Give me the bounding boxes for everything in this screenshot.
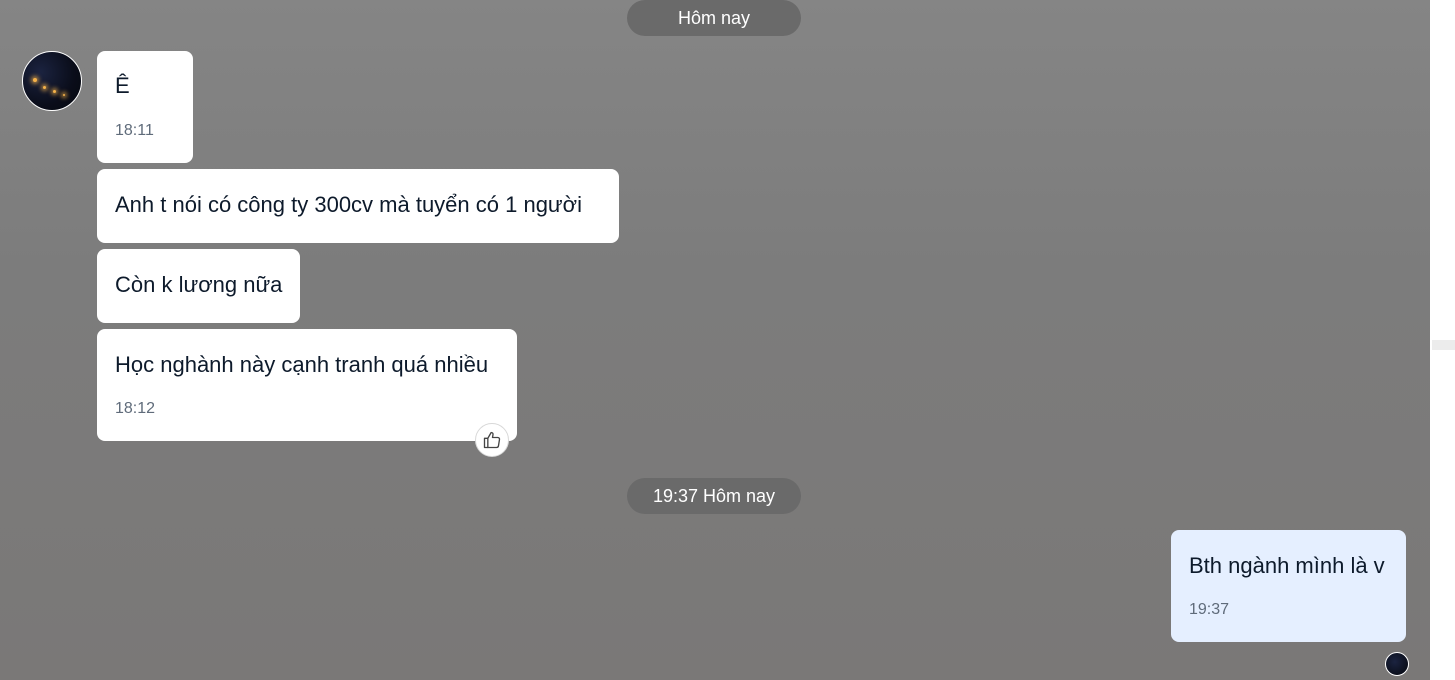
message-text: Còn k lương nữa [115, 272, 283, 297]
seen-avatar [1385, 652, 1409, 676]
chat-message-area[interactable]: Hôm nay Ê 18:11 Anh t nói có công ty 300… [0, 0, 1430, 680]
message-bubble[interactable]: Ê 18:11 [97, 51, 193, 163]
scrollbar-thumb[interactable] [1432, 340, 1455, 350]
message-time: 18:12 [115, 400, 156, 417]
like-button[interactable] [475, 423, 509, 457]
message-bubble[interactable]: Anh t nói có công ty 300cv mà tuyển có 1… [97, 169, 619, 243]
message-bubble[interactable]: Còn k lương nữa [97, 249, 300, 323]
message-text: Anh t nói có công ty 300cv mà tuyển có 1… [115, 192, 582, 217]
message-time: 18:11 [115, 122, 154, 139]
date-separator: 19:37 Hôm nay [627, 478, 801, 514]
thumbs-up-icon [483, 431, 501, 449]
message-time: 19:37 [1189, 601, 1230, 618]
message-bubble[interactable]: Học nghành này cạnh tranh quá nhiều 18:1… [97, 329, 517, 441]
date-separator: Hôm nay [627, 0, 801, 36]
message-text: Bth ngành mình là v [1189, 553, 1385, 578]
message-text: Học nghành này cạnh tranh quá nhiều [115, 352, 489, 377]
message-text: Ê [115, 73, 130, 98]
my-message-bubble[interactable]: Bth ngành mình là v 19:37 [1171, 530, 1406, 642]
contact-avatar[interactable] [22, 51, 82, 111]
